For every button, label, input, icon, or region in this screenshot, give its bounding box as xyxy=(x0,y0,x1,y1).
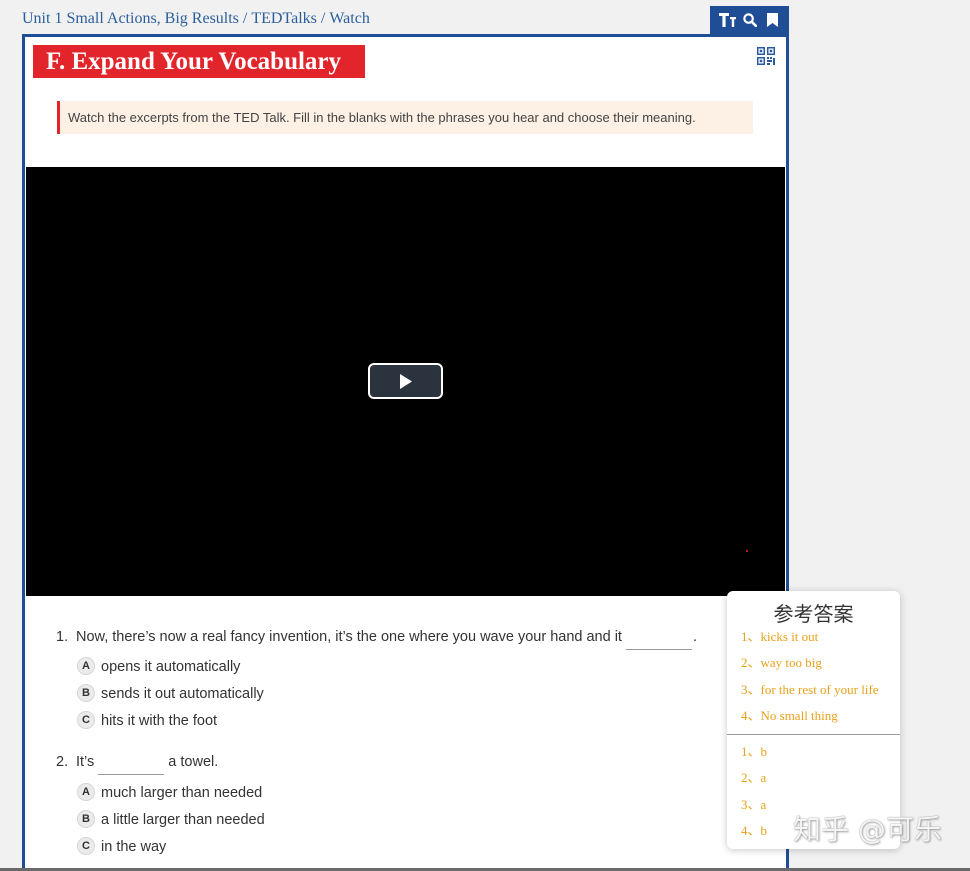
option-1-c[interactable]: Chits it with the foot xyxy=(77,711,217,731)
option-text: opens it automatically xyxy=(101,659,241,675)
breadcrumb-item-tedtalks[interactable]: TEDTalks xyxy=(251,10,317,27)
answer-choice-item: 1、b xyxy=(741,744,768,759)
breadcrumb-item-watch: Watch xyxy=(329,10,370,27)
answer-phrase-item: 3、for the rest of your life xyxy=(741,681,879,697)
option-text: sends it out automatically xyxy=(101,686,264,702)
option-2-c[interactable]: Cin the way xyxy=(77,837,166,857)
option-1-a[interactable]: Aopens it automatically xyxy=(77,657,240,677)
option-2-b[interactable]: Ba little larger than needed xyxy=(77,810,265,830)
question-text-after: . xyxy=(692,629,697,645)
option-2-a[interactable]: Amuch larger than needed xyxy=(77,783,262,803)
breadcrumb: Unit 1 Small Actions, Big Results / TEDTal… xyxy=(22,10,370,28)
answer-phrase-list: 1、kicks it out 2、way too big 3、for the r… xyxy=(741,624,879,729)
option-text: hits it with the foot xyxy=(101,713,218,729)
question-1: 1. Now, there’s now a real fancy inventio… xyxy=(56,627,697,650)
question-2: 2. It’s a towel. xyxy=(56,752,219,775)
answer-blank-2[interactable] xyxy=(98,757,165,775)
breadcrumb-separator: / xyxy=(320,10,326,27)
bookmark-button[interactable] xyxy=(767,13,778,27)
answer-phrase-item: 4、No small thing xyxy=(741,707,838,723)
section-title: F. Expand Your Vocabulary xyxy=(33,45,365,78)
answer-phrase-item: 1、kicks it out xyxy=(741,629,819,644)
question-number: 2. xyxy=(56,754,69,770)
answer-choice-item: 3、a xyxy=(741,796,767,812)
question-number: 1. xyxy=(56,629,69,645)
question-text: It’s xyxy=(76,754,95,770)
option-letter-badge: C xyxy=(77,837,95,856)
play-icon xyxy=(400,374,412,389)
option-letter-badge: B xyxy=(77,810,95,829)
option-letter-badge: A xyxy=(77,783,95,802)
video-marker-dot xyxy=(746,550,748,552)
option-letter-badge: B xyxy=(77,684,95,703)
instruction-box: Watch the excerpts from the TED Talk. Fi… xyxy=(57,101,753,134)
answer-choice-list: 1、b 2、a 3、a 4、b xyxy=(741,739,767,844)
qr-code-icon xyxy=(757,47,775,65)
instruction-text: Watch the excerpts from the TED Talk. Fi… xyxy=(68,110,696,125)
option-text: in the way xyxy=(101,839,167,855)
play-button[interactable] xyxy=(368,363,443,399)
option-letter-badge: C xyxy=(77,711,95,730)
question-text: Now, there’s now a real fancy invention,… xyxy=(76,629,622,645)
text-size-icon xyxy=(719,13,736,27)
answer-choice-item: 2、a xyxy=(741,770,767,786)
search-icon xyxy=(743,13,757,27)
option-1-b[interactable]: Bsends it out automatically xyxy=(77,684,264,704)
bookmark-icon xyxy=(767,13,778,27)
option-text: a little larger than needed xyxy=(101,812,265,828)
breadcrumb-separator: / xyxy=(242,10,248,27)
answer-phrase-item: 2、way too big xyxy=(741,655,822,671)
toolbar xyxy=(710,6,789,34)
qr-code-button[interactable] xyxy=(757,47,775,65)
watermark: 知乎 @可乐 xyxy=(793,813,942,846)
answer-choice-item: 4、b xyxy=(741,822,768,838)
option-letter-badge: A xyxy=(77,657,95,676)
text-size-button[interactable] xyxy=(719,13,736,27)
answer-blank-1[interactable] xyxy=(625,632,692,650)
popup-divider xyxy=(727,734,900,735)
answer-popup: 参考答案 1、kicks it out 2、way too big 3、for … xyxy=(727,591,900,849)
search-button[interactable] xyxy=(743,13,757,27)
breadcrumb-item-unit[interactable]: Unit 1 Small Actions, Big Results xyxy=(22,10,239,27)
option-text: much larger than needed xyxy=(101,785,263,801)
question-text-after: a towel. xyxy=(168,754,219,770)
